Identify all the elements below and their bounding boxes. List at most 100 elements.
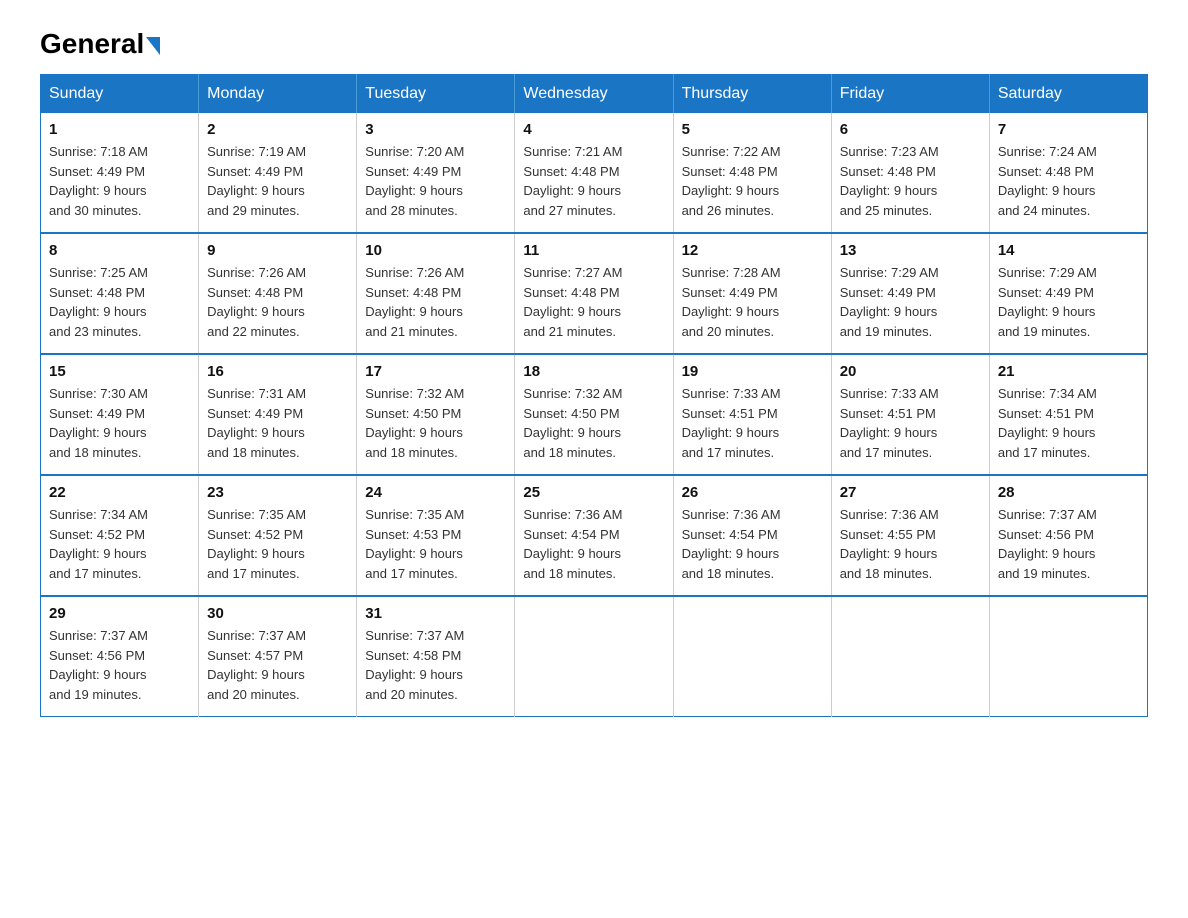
day-info: Sunrise: 7:29 AMSunset: 4:49 PMDaylight:… [840, 263, 981, 341]
day-number: 29 [49, 605, 190, 622]
day-info: Sunrise: 7:26 AMSunset: 4:48 PMDaylight:… [365, 263, 506, 341]
day-number: 20 [840, 363, 981, 380]
empty-day-cell [515, 596, 673, 717]
calendar-day-cell: 28Sunrise: 7:37 AMSunset: 4:56 PMDayligh… [989, 475, 1147, 596]
calendar-day-cell: 21Sunrise: 7:34 AMSunset: 4:51 PMDayligh… [989, 354, 1147, 475]
calendar-week-row: 22Sunrise: 7:34 AMSunset: 4:52 PMDayligh… [41, 475, 1148, 596]
day-number: 30 [207, 605, 348, 622]
calendar-day-cell: 26 Sunrise: 7:36 AMSunset: 4:54 PMDayligh… [673, 475, 831, 596]
calendar-day-cell: 4 Sunrise: 7:21 AMSunset: 4:48 PMDaylight… [515, 113, 673, 233]
day-number: 18 [523, 363, 664, 380]
day-info: Sunrise: 7:32 AMSunset: 4:50 PMDaylight:… [365, 384, 506, 462]
calendar-week-row: 1Sunrise: 7:18 AMSunset: 4:49 PMDaylight… [41, 113, 1148, 233]
empty-day-cell [831, 596, 989, 717]
calendar-day-cell: 5Sunrise: 7:22 AMSunset: 4:48 PMDaylight… [673, 113, 831, 233]
day-info: Sunrise: 7:20 AMSunset: 4:49 PMDaylight:… [365, 142, 506, 220]
weekday-header-row: SundayMondayTuesdayWednesdayThursdayFrid… [41, 75, 1148, 114]
page-header: General [40, 30, 1148, 54]
calendar-body: 1Sunrise: 7:18 AMSunset: 4:49 PMDaylight… [41, 113, 1148, 717]
logo-general: General [40, 30, 160, 58]
calendar-day-cell: 9 Sunrise: 7:26 AMSunset: 4:48 PMDaylight… [199, 233, 357, 354]
day-info: Sunrise: 7:27 AMSunset: 4:48 PMDaylight:… [523, 263, 664, 341]
day-number: 26 [682, 484, 823, 501]
calendar-day-cell: 8 Sunrise: 7:25 AMSunset: 4:48 PMDaylight… [41, 233, 199, 354]
day-number: 16 [207, 363, 348, 380]
day-number: 10 [365, 242, 506, 259]
calendar-day-cell: 24Sunrise: 7:35 AMSunset: 4:53 PMDayligh… [357, 475, 515, 596]
weekday-header-thursday: Thursday [673, 75, 831, 114]
day-info: Sunrise: 7:24 AMSunset: 4:48 PMDaylight:… [998, 142, 1139, 220]
day-info: Sunrise: 7:33 AMSunset: 4:51 PMDaylight:… [682, 384, 823, 462]
day-number: 5 [682, 121, 823, 138]
day-info: Sunrise: 7:25 AMSunset: 4:48 PMDaylight:… [49, 263, 190, 341]
calendar-day-cell: 3 Sunrise: 7:20 AMSunset: 4:49 PMDaylight… [357, 113, 515, 233]
day-number: 11 [523, 242, 664, 259]
calendar-day-cell: 29 Sunrise: 7:37 AMSunset: 4:56 PMDayligh… [41, 596, 199, 717]
calendar-week-row: 8 Sunrise: 7:25 AMSunset: 4:48 PMDaylight… [41, 233, 1148, 354]
day-info: Sunrise: 7:37 AMSunset: 4:57 PMDaylight:… [207, 626, 348, 704]
day-number: 2 [207, 121, 348, 138]
day-info: Sunrise: 7:36 AMSunset: 4:54 PMDaylight:… [682, 505, 823, 583]
day-number: 3 [365, 121, 506, 138]
day-number: 21 [998, 363, 1139, 380]
calendar-day-cell: 12 Sunrise: 7:28 AMSunset: 4:49 PMDayligh… [673, 233, 831, 354]
day-number: 19 [682, 363, 823, 380]
calendar-day-cell: 18 Sunrise: 7:32 AMSunset: 4:50 PMDayligh… [515, 354, 673, 475]
day-info: Sunrise: 7:26 AMSunset: 4:48 PMDaylight:… [207, 263, 348, 341]
logo: General [40, 30, 160, 54]
calendar-header: SundayMondayTuesdayWednesdayThursdayFrid… [41, 75, 1148, 114]
day-number: 23 [207, 484, 348, 501]
day-info: Sunrise: 7:36 AMSunset: 4:54 PMDaylight:… [523, 505, 664, 583]
calendar-day-cell: 19 Sunrise: 7:33 AMSunset: 4:51 PMDayligh… [673, 354, 831, 475]
weekday-header-wednesday: Wednesday [515, 75, 673, 114]
weekday-header-monday: Monday [199, 75, 357, 114]
day-number: 6 [840, 121, 981, 138]
calendar-day-cell: 31 Sunrise: 7:37 AMSunset: 4:58 PMDayligh… [357, 596, 515, 717]
day-number: 14 [998, 242, 1139, 259]
logo-arrow-icon [146, 37, 160, 55]
calendar-day-cell: 14 Sunrise: 7:29 AMSunset: 4:49 PMDayligh… [989, 233, 1147, 354]
day-number: 31 [365, 605, 506, 622]
weekday-header-sunday: Sunday [41, 75, 199, 114]
day-info: Sunrise: 7:28 AMSunset: 4:49 PMDaylight:… [682, 263, 823, 341]
day-number: 28 [998, 484, 1139, 501]
day-number: 13 [840, 242, 981, 259]
day-info: Sunrise: 7:19 AMSunset: 4:49 PMDaylight:… [207, 142, 348, 220]
empty-day-cell [989, 596, 1147, 717]
calendar-day-cell: 22Sunrise: 7:34 AMSunset: 4:52 PMDayligh… [41, 475, 199, 596]
calendar-day-cell: 6 Sunrise: 7:23 AMSunset: 4:48 PMDaylight… [831, 113, 989, 233]
day-info: Sunrise: 7:32 AMSunset: 4:50 PMDaylight:… [523, 384, 664, 462]
empty-day-cell [673, 596, 831, 717]
day-info: Sunrise: 7:37 AMSunset: 4:58 PMDaylight:… [365, 626, 506, 704]
calendar-day-cell: 11 Sunrise: 7:27 AMSunset: 4:48 PMDayligh… [515, 233, 673, 354]
day-number: 4 [523, 121, 664, 138]
day-number: 22 [49, 484, 190, 501]
calendar-day-cell: 16 Sunrise: 7:31 AMSunset: 4:49 PMDayligh… [199, 354, 357, 475]
weekday-header-saturday: Saturday [989, 75, 1147, 114]
day-info: Sunrise: 7:37 AMSunset: 4:56 PMDaylight:… [49, 626, 190, 704]
day-info: Sunrise: 7:30 AMSunset: 4:49 PMDaylight:… [49, 384, 190, 462]
day-number: 25 [523, 484, 664, 501]
day-number: 12 [682, 242, 823, 259]
day-info: Sunrise: 7:31 AMSunset: 4:49 PMDaylight:… [207, 384, 348, 462]
day-info: Sunrise: 7:29 AMSunset: 4:49 PMDaylight:… [998, 263, 1139, 341]
day-info: Sunrise: 7:21 AMSunset: 4:48 PMDaylight:… [523, 142, 664, 220]
day-number: 7 [998, 121, 1139, 138]
day-number: 8 [49, 242, 190, 259]
calendar-day-cell: 10 Sunrise: 7:26 AMSunset: 4:48 PMDayligh… [357, 233, 515, 354]
calendar-day-cell: 20 Sunrise: 7:33 AMSunset: 4:51 PMDayligh… [831, 354, 989, 475]
day-info: Sunrise: 7:36 AMSunset: 4:55 PMDaylight:… [840, 505, 981, 583]
day-number: 9 [207, 242, 348, 259]
calendar-day-cell: 13 Sunrise: 7:29 AMSunset: 4:49 PMDayligh… [831, 233, 989, 354]
day-info: Sunrise: 7:35 AMSunset: 4:53 PMDaylight:… [365, 505, 506, 583]
day-info: Sunrise: 7:33 AMSunset: 4:51 PMDaylight:… [840, 384, 981, 462]
calendar-week-row: 29 Sunrise: 7:37 AMSunset: 4:56 PMDayligh… [41, 596, 1148, 717]
calendar-day-cell: 7 Sunrise: 7:24 AMSunset: 4:48 PMDaylight… [989, 113, 1147, 233]
day-info: Sunrise: 7:35 AMSunset: 4:52 PMDaylight:… [207, 505, 348, 583]
calendar-day-cell: 30 Sunrise: 7:37 AMSunset: 4:57 PMDayligh… [199, 596, 357, 717]
day-info: Sunrise: 7:23 AMSunset: 4:48 PMDaylight:… [840, 142, 981, 220]
calendar-day-cell: 17Sunrise: 7:32 AMSunset: 4:50 PMDayligh… [357, 354, 515, 475]
weekday-header-friday: Friday [831, 75, 989, 114]
calendar-day-cell: 25 Sunrise: 7:36 AMSunset: 4:54 PMDayligh… [515, 475, 673, 596]
calendar-day-cell: 2 Sunrise: 7:19 AMSunset: 4:49 PMDaylight… [199, 113, 357, 233]
